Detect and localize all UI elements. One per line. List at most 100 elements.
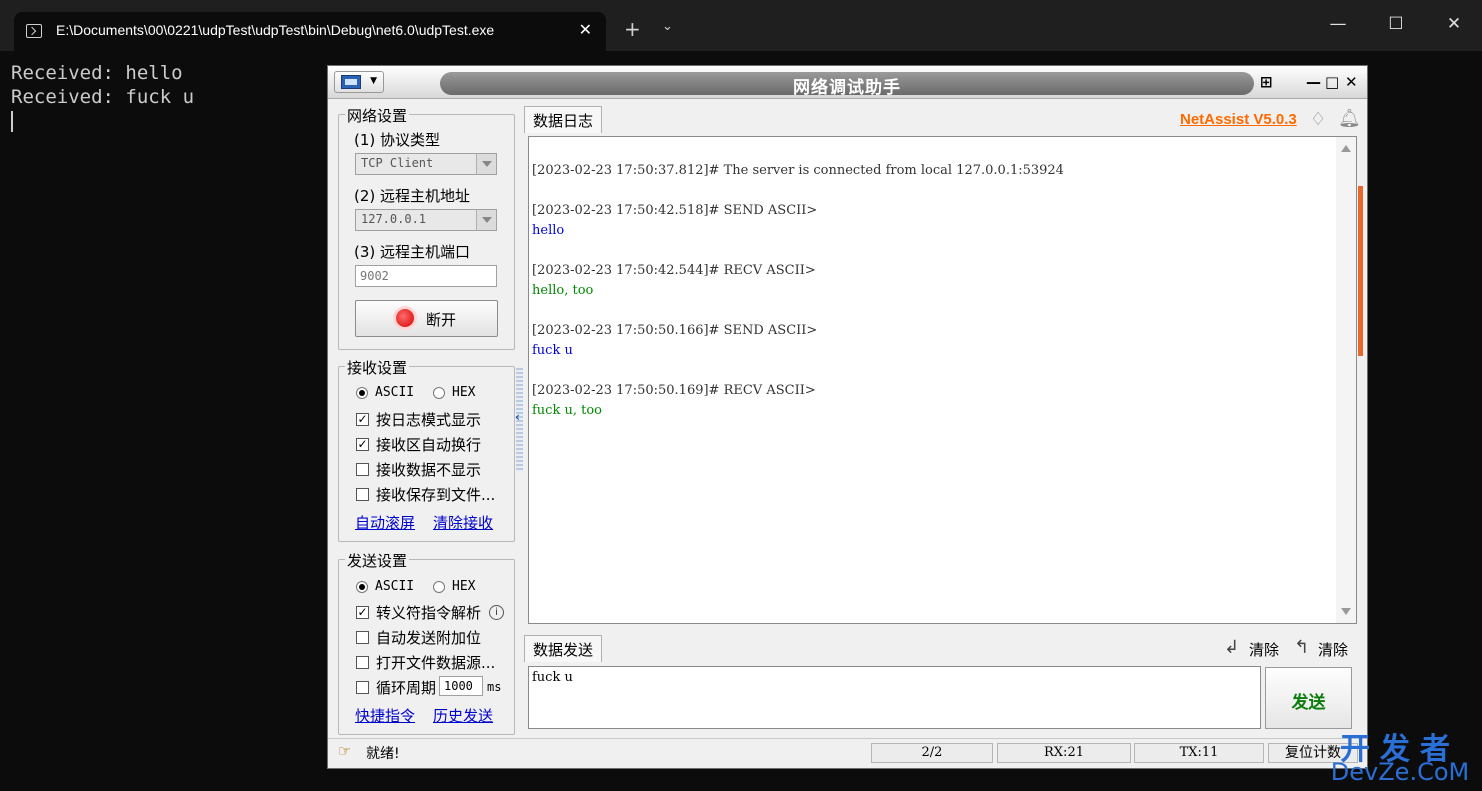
host-label: (2) 远程主机地址 [354,187,471,205]
recv-hex-radio[interactable] [433,387,445,399]
watermark: 开发者 DevZe.CoM [1324,724,1476,786]
title-pill: 网络调试助手 [440,72,1254,98]
status-count: 2/2 [871,743,993,763]
panel-splitter[interactable]: ‹ [515,368,523,472]
chevron-down-icon[interactable] [476,154,496,174]
terminal-cursor [11,111,13,132]
send-history-link[interactable]: 历史发送 [433,705,493,726]
status-tx: TX:11 [1134,743,1264,763]
bell-icon[interactable]: 🔔︎ [1338,108,1361,129]
status-ready: 就绪! [366,746,400,762]
tab-data-log[interactable]: 数据日志 [524,106,603,133]
send-open-file-checkbox[interactable] [356,656,369,669]
pin-icon[interactable]: ⊞ [1260,73,1273,91]
send-input[interactable]: fuck u [528,666,1261,729]
watermark-bottom: DevZe.CoM [1330,758,1470,786]
host-select[interactable]: 127.0.0.1 [355,209,497,231]
auto-scroll-link[interactable]: 自动滚屏 [355,512,415,533]
shortcut-commands-link[interactable]: 快捷指令 [355,705,415,726]
clear-receive-link[interactable]: 清除接收 [433,512,493,533]
clear-up-arrow-icon[interactable]: ↰ [1294,637,1309,658]
tab-close-icon[interactable]: ✕ [579,20,592,39]
clear-down-arrow-icon[interactable]: ↲ [1224,637,1239,658]
maximize-icon[interactable]: ☐ [1376,14,1416,34]
send-hex-label: HEX [452,579,476,594]
send-button[interactable]: 发送 [1265,667,1352,729]
chevron-down-icon: ▼ [370,76,377,86]
recv-option-label: 接收区自动换行 [376,436,482,454]
scroll-down-icon[interactable] [1341,608,1351,615]
receive-settings-group: 接收设置 ASCII HEX ✓ 按日志模式显示 ✓ 接收区自动换行 接收数据不… [338,357,515,542]
send-option-label: 自动发送附加位 [376,629,482,647]
pointing-hand-icon: ☞ [338,742,352,760]
minimize-icon[interactable]: — [1306,73,1321,91]
recv-ascii-label: ASCII [375,385,415,400]
system-menu-button[interactable]: ▼ [334,71,384,93]
protocol-label: (1) 协议类型 [354,131,441,149]
recv-autowrap-checkbox[interactable]: ✓ [356,438,369,451]
log-line: fuck u [532,343,573,358]
chevron-down-icon[interactable]: ⌄ [662,19,673,34]
clear-receive-button[interactable]: 清除 [1249,639,1279,660]
terminal-line: Received: fuck u [11,86,195,108]
minimize-icon[interactable]: — [1318,14,1358,34]
tab-data-send[interactable]: 数据发送 [524,635,603,662]
log-line: [2023-02-23 17:50:50.169]# RECV ASCII> [532,383,816,398]
data-log-area[interactable]: [2023-02-23 17:50:37.812]# The server is… [528,136,1357,624]
info-icon[interactable]: i [489,605,504,620]
cycle-period-value: 1000 [444,679,473,693]
terminal-icon [26,24,42,38]
network-settings-legend: 网络设置 [345,105,410,126]
log-line: [2023-02-23 17:50:50.166]# SEND ASCII> [532,323,818,338]
clear-send-button[interactable]: 清除 [1318,639,1348,660]
protocol-select[interactable]: TCP Client [355,153,497,175]
log-scrollbar[interactable] [1336,137,1356,623]
port-input[interactable]: 9002 [355,265,497,287]
diamond-icon[interactable]: ♢ [1310,109,1326,130]
version-link[interactable]: NetAssist V5.0.3 [1180,111,1297,128]
send-option-label: 转义符指令解析 [376,604,482,622]
protocol-value: TCP Client [361,156,434,170]
disconnect-label: 断开 [426,311,457,329]
maximize-icon[interactable]: □ [1325,73,1339,91]
scroll-accent-bar [1358,186,1363,356]
log-line: fuck u, too [532,403,602,418]
send-ascii-label: ASCII [375,579,415,594]
recv-option-label: 接收保存到文件... [376,486,496,504]
scroll-up-icon[interactable] [1341,145,1351,152]
recv-log-mode-checkbox[interactable]: ✓ [356,413,369,426]
send-cycle-checkbox[interactable] [356,681,369,694]
log-line: [2023-02-23 17:50:42.518]# SEND ASCII> [532,203,818,218]
recv-save-file-checkbox[interactable] [356,488,369,501]
recv-ascii-radio[interactable] [356,387,368,399]
status-light-icon [396,309,414,327]
close-icon[interactable]: ✕ [1345,73,1358,91]
cycle-unit: ms [487,680,502,694]
send-ascii-radio[interactable] [356,581,368,593]
log-line: hello [532,223,565,238]
recv-option-label: 接收数据不显示 [376,461,482,479]
send-hex-radio[interactable] [433,581,445,593]
netassist-titlebar[interactable]: ▼ 网络调试助手 ⊞ — □ ✕ [328,66,1367,99]
recv-hide-checkbox[interactable] [356,463,369,476]
send-append-checkbox[interactable] [356,631,369,644]
network-icon [341,75,361,89]
collapse-arrow-icon[interactable]: ‹ [515,410,520,424]
terminal-tab[interactable]: E:\Documents\00\0221\udpTest\udpTest\bin… [14,12,606,51]
send-option-label: 循环周期 [376,679,437,697]
recv-option-label: 按日志模式显示 [376,411,482,429]
status-rx: RX:21 [997,743,1131,763]
network-settings-group: 网络设置 (1) 协议类型 TCP Client (2) 远程主机地址 127.… [338,105,515,350]
receive-settings-legend: 接收设置 [345,357,410,378]
new-tab-icon[interactable]: + [624,17,641,41]
chevron-down-icon[interactable] [476,210,496,230]
port-value: 9002 [360,269,389,283]
send-option-label: 打开文件数据源... [376,654,496,672]
send-input-text: fuck u [532,670,573,685]
send-escape-checkbox[interactable]: ✓ [356,606,369,619]
cycle-period-input[interactable]: 1000 [439,676,483,696]
log-line: [2023-02-23 17:50:37.812]# The server is… [532,163,1064,178]
window-close-icon[interactable]: ✕ [1434,14,1474,34]
disconnect-button[interactable]: 断开 [355,300,498,337]
send-button-label: 发送 [1291,693,1326,713]
